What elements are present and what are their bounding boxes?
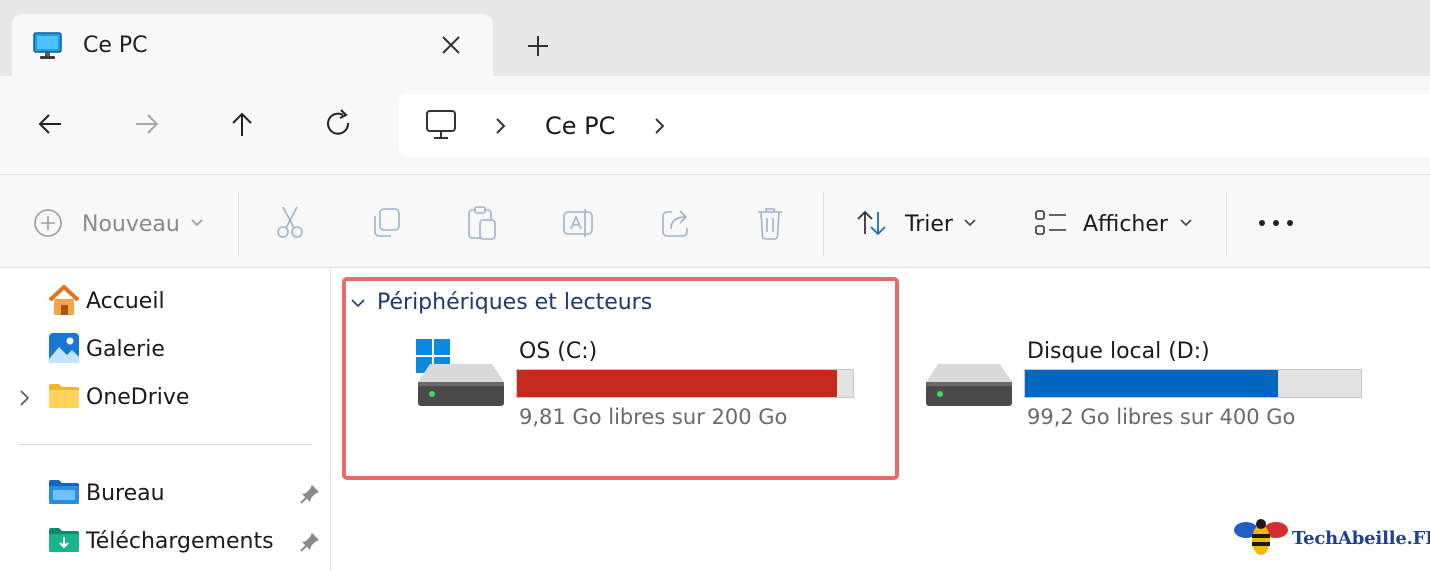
file-explorer-window: Ce PC Ce PC Nouveau Trier Afficher Accue… [0,0,1430,571]
refresh-icon[interactable] [319,104,359,144]
arrow-up-icon[interactable] [222,104,262,144]
more-icon[interactable] [1256,212,1296,234]
rename-icon[interactable] [561,206,597,240]
drive-usage-bar [516,369,854,398]
sidebar-item-onedrive[interactable]: OneDrive [0,378,320,418]
pin-icon[interactable] [298,530,322,554]
monitor-tab-icon [33,32,62,59]
chevron-right-icon[interactable] [649,114,669,138]
sidebar-item-bureau[interactable]: Bureau [0,474,330,514]
pin-icon[interactable] [298,482,322,506]
chevron-down-icon [191,219,203,227]
cut-icon[interactable] [273,204,307,240]
section-header-devices[interactable]: Périphériques et lecteurs [377,290,652,315]
chevron-right-icon[interactable] [490,114,510,138]
drive-free-space: 9,81 Go libres sur 200 Go [519,405,788,429]
sidebar-splitter[interactable] [330,268,331,571]
downloads-folder-icon [49,528,79,552]
drive-free-space: 99,2 Go libres sur 400 Go [1027,405,1296,429]
hard-drive-icon [926,364,1012,406]
drive-usage-fill [1025,370,1278,397]
arrow-left-icon[interactable] [31,104,71,144]
arrow-right-icon[interactable] [127,104,167,144]
toolbar-divider [823,192,824,256]
drive-usage-fill [517,370,837,397]
sidebar-item-label: Accueil [86,289,165,314]
toolbar-divider [1226,192,1227,256]
sidebar-divider [18,444,312,445]
toolbar-divider [238,192,239,256]
watermark-text: TechAbeille.FR [1292,528,1430,549]
drive-tile-d[interactable]: Disque local (D:) 99,2 Go libres sur 400… [920,334,1370,434]
chevron-right-icon[interactable] [16,388,34,408]
hard-drive-icon [418,364,504,406]
drive-tile-c[interactable]: OS (C:) 9,81 Go libres sur 200 Go [412,334,862,434]
paste-icon[interactable] [465,204,499,242]
chevron-down-icon[interactable] [348,294,368,312]
sort-icon [857,210,886,236]
sidebar-item-label: Galerie [86,337,165,362]
breadcrumb-ce-pc[interactable]: Ce PC [545,112,615,140]
sidebar-item-accueil[interactable]: Accueil [0,282,320,322]
drive-name: OS (C:) [519,339,598,364]
gallery-icon [49,333,79,363]
home-icon [48,285,80,315]
desktop-folder-icon [49,480,79,504]
copy-icon[interactable] [369,206,403,240]
sidebar-item-label: OneDrive [86,385,190,410]
share-icon[interactable] [659,206,693,240]
plus-icon[interactable] [522,30,554,62]
sidebar-item-telechargements[interactable]: Téléchargements [0,522,330,562]
command-bar [0,174,1430,268]
sort-button[interactable]: Trier [905,212,953,237]
trash-icon[interactable] [753,204,787,242]
chevron-down-icon [1180,219,1192,227]
sidebar-item-label: Téléchargements [86,529,274,554]
plus-circle-icon [34,209,62,237]
close-icon[interactable] [436,30,466,60]
new-button[interactable]: Nouveau [82,212,180,237]
sidebar-item-label: Bureau [86,481,165,506]
sidebar-item-galerie[interactable]: Galerie [0,330,320,370]
tab-title: Ce PC [83,33,148,58]
view-button[interactable]: Afficher [1083,212,1168,237]
folder-icon [49,384,79,408]
monitor-icon[interactable] [424,108,458,142]
drive-usage-bar [1024,369,1362,398]
chevron-down-icon [964,219,976,227]
view-list-icon [1035,210,1066,235]
drive-name: Disque local (D:) [1027,339,1210,364]
